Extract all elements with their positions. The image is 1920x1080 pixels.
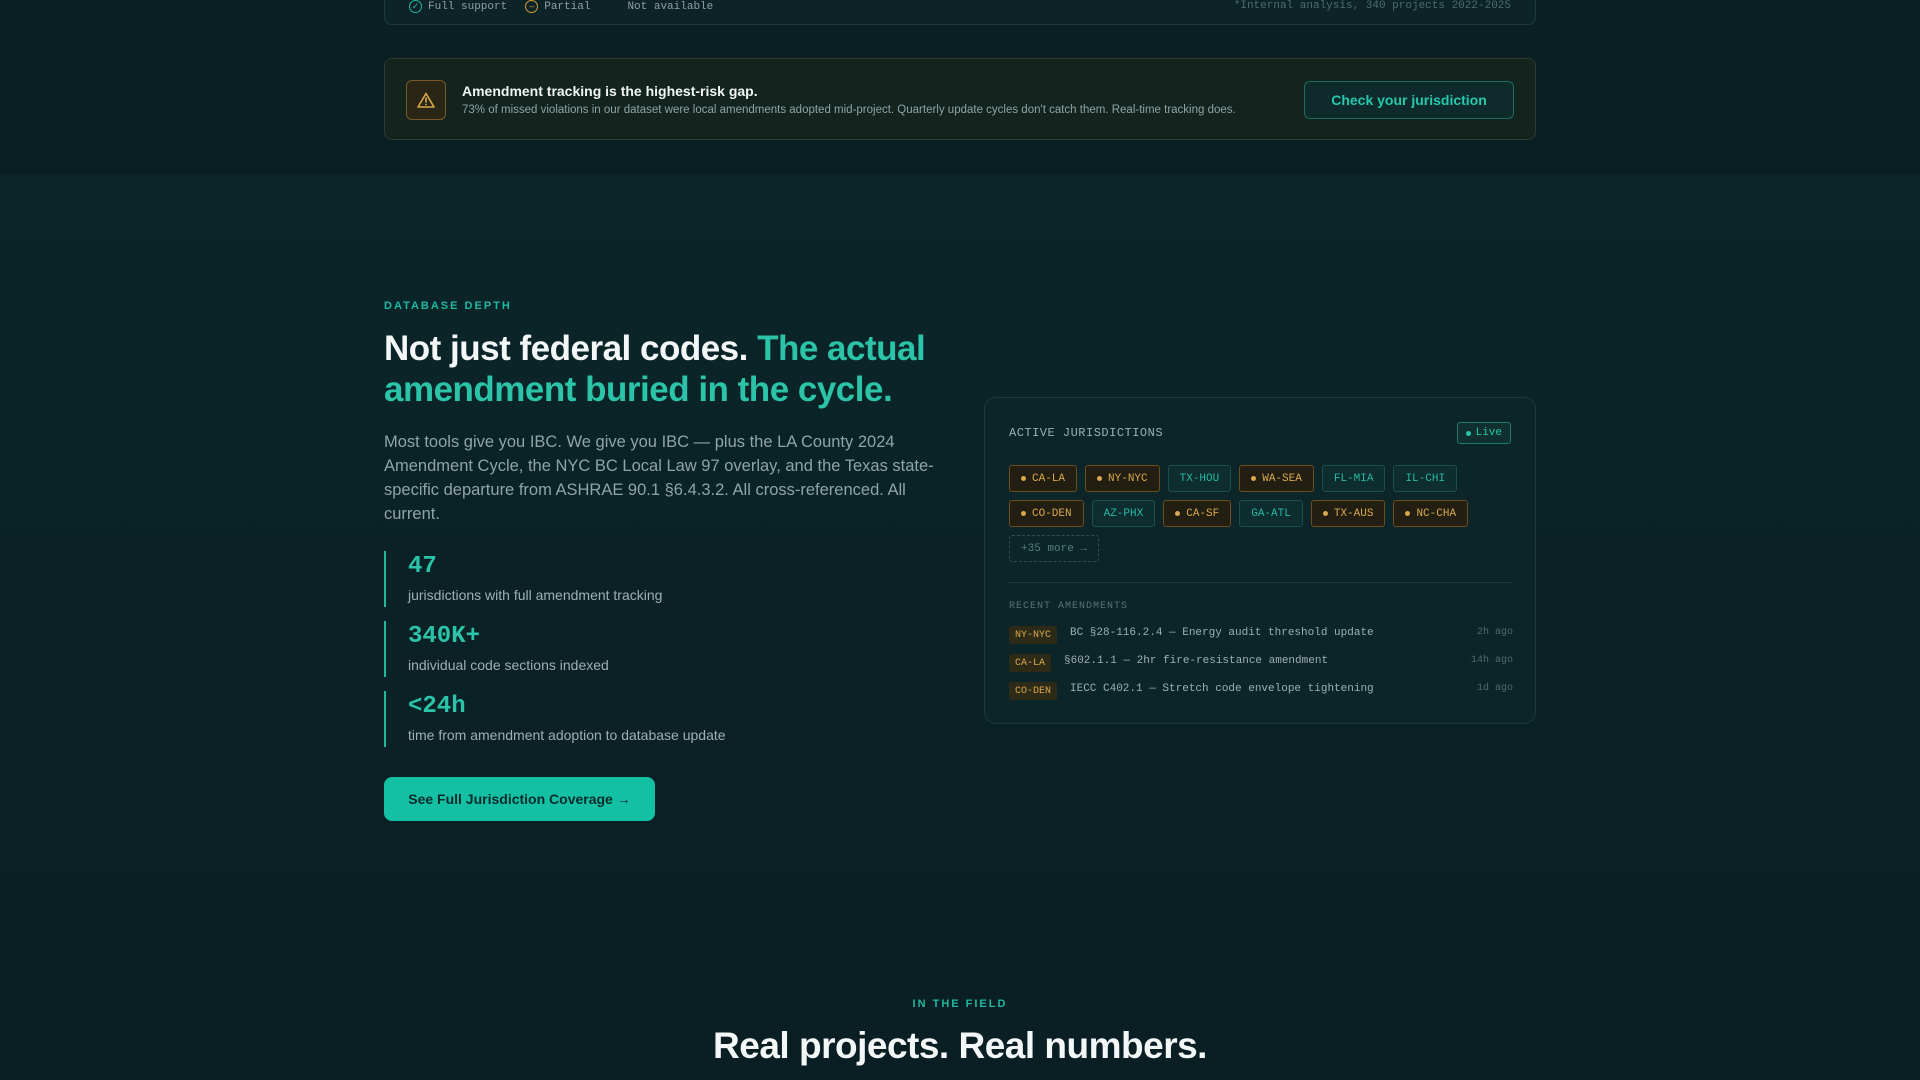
partial-dot-icon: [1097, 476, 1103, 481]
stat-value: <24h: [408, 693, 466, 720]
legend-label: Not available: [627, 0, 714, 13]
amendment-row[interactable]: CA-LA §602.1.1 — 2hr fire-resistance ame…: [1009, 654, 1513, 674]
warning-icon: [406, 80, 446, 120]
legend-footnote: *Internal analysis, 340 projects 2022-20…: [1233, 0, 1511, 12]
jurisdiction-chip-ga-atl[interactable]: GA-ATL: [1239, 500, 1303, 527]
jurisdiction-chip-ca-sf[interactable]: CA-SF: [1163, 500, 1232, 527]
chip-label: TX-AUS: [1333, 507, 1374, 520]
chip-label: CA-LA: [1032, 472, 1066, 485]
chip-label: FL-MIA: [1333, 472, 1374, 485]
partial-dot-icon: [1322, 511, 1328, 516]
chip-label: NY-NYC: [1108, 472, 1148, 485]
chip-label: TX-HOU: [1179, 472, 1220, 485]
jurisdiction-chip-il-chi[interactable]: IL-CHI: [1393, 465, 1458, 492]
chip-label: NC-CHA: [1416, 507, 1457, 520]
stat-label: time from amendment adoption to database…: [408, 727, 726, 743]
amendment-row[interactable]: NY-NYC BC §28-116.2.4 — Energy audit thr…: [1009, 626, 1513, 646]
amendment-time: 1d ago: [1476, 683, 1513, 694]
chip-label: CA-SF: [1186, 507, 1220, 520]
field-eyebrow: IN THE FIELD: [912, 998, 1008, 1010]
stat-update-time: <24h time from amendment adoption to dat…: [384, 691, 784, 747]
recent-amendments-title: RECENT AMENDMENTS: [1009, 601, 1129, 612]
jurisdiction-chip-ny-nyc[interactable]: NY-NYC: [1085, 465, 1160, 492]
legend-full-support: ✓ Full support: [409, 0, 507, 13]
amendment-row[interactable]: CO-DEN IECC C402.1 — Stretch code envelo…: [1009, 682, 1513, 702]
chip-label: IL-CHI: [1405, 472, 1446, 485]
jurisdiction-chips: CA-LA NY-NYC TX-HOU WA-SEA FL-MIA IL-CHI CO-DE…: [1009, 465, 1519, 562]
live-dot-icon: [1465, 430, 1471, 436]
section-headline: Not just federal codes. The actual amend…: [384, 328, 964, 410]
amendment-text: BC §28-116.2.4 — Energy audit threshold …: [1070, 627, 1374, 639]
active-jurisdictions-card: ACTIVE JURISDICTIONS Live CA-LA NY-NYC TX-…: [984, 397, 1536, 724]
amendment-tag: NY-NYC: [1009, 626, 1058, 644]
stat-jurisdictions: 47 jurisdictions with full amendment tra…: [384, 551, 784, 607]
partial-dot-icon: [1405, 511, 1411, 516]
card-title: ACTIVE JURISDICTIONS: [1009, 426, 1164, 440]
legend-label: Partial: [544, 0, 591, 13]
live-badge: Live: [1456, 422, 1511, 444]
chip-label: CO-DEN: [1032, 507, 1072, 520]
minus-circle-icon: –: [525, 0, 539, 13]
coverage-legend: ✓ Full support – Partial Not available *…: [384, 0, 1536, 25]
stat-label: jurisdictions with full amendment tracki…: [408, 587, 663, 603]
stat-code-sections: 340K+ individual code sections indexed: [384, 621, 784, 677]
chip-label: WA-SEA: [1262, 472, 1302, 485]
check-jurisdiction-button[interactable]: Check your jurisdiction: [1304, 81, 1514, 119]
check-circle-icon: ✓: [409, 0, 422, 13]
legend-not-available: Not available: [608, 0, 713, 13]
chip-label: GA-ATL: [1251, 507, 1291, 520]
amendment-time: 14h ago: [1470, 655, 1513, 666]
card-divider: [1009, 582, 1511, 583]
see-coverage-button[interactable]: See Full Jurisdiction Coverage →: [384, 777, 655, 821]
jurisdiction-chip-az-phx[interactable]: AZ-PHX: [1091, 500, 1156, 527]
jurisdiction-chip-nc-cha[interactable]: NC-CHA: [1393, 500, 1469, 527]
field-headline: Real projects. Real numbers.: [713, 1025, 1207, 1066]
empty-icon: [608, 0, 621, 13]
chip-label: AZ-PHX: [1103, 507, 1144, 520]
section-eyebrow: DATABASE DEPTH: [384, 300, 512, 312]
jurisdiction-chip-wa-sea[interactable]: WA-SEA: [1239, 465, 1314, 492]
alert-text: 73% of missed violations in our dataset …: [462, 104, 1236, 116]
jurisdiction-chip-tx-hou[interactable]: TX-HOU: [1167, 465, 1232, 492]
stat-value: 47: [408, 553, 437, 580]
jurisdiction-chip-ca-la[interactable]: CA-LA: [1009, 465, 1078, 492]
database-depth-section: [0, 175, 1920, 915]
partial-dot-icon: [1175, 511, 1181, 516]
amendment-text: §602.1.1 — 2hr fire-resistance amendment: [1064, 655, 1329, 667]
live-label: Live: [1475, 427, 1502, 439]
amendment-tag: CO-DEN: [1009, 682, 1058, 700]
amendment-text: IECC C402.1 — Stretch code envelope tigh…: [1070, 683, 1374, 695]
stat-value: 340K+: [408, 623, 481, 650]
jurisdiction-chip-fl-mia[interactable]: FL-MIA: [1321, 465, 1386, 492]
more-jurisdictions-chip[interactable]: +35 more →: [1009, 535, 1100, 562]
partial-dot-icon: [1251, 476, 1257, 481]
partial-dot-icon: [1021, 511, 1026, 516]
stat-label: individual code sections indexed: [408, 657, 609, 673]
amendment-time: 2h ago: [1476, 627, 1513, 638]
section-description: Most tools give you IBC. We give you IBC…: [384, 433, 934, 523]
jurisdiction-chip-co-den[interactable]: CO-DEN: [1009, 500, 1084, 527]
headline-plain: Not just federal codes.: [384, 329, 748, 368]
legend-label: Full support: [428, 0, 508, 13]
legend-partial: – Partial: [525, 0, 590, 13]
alert-title: Amendment tracking is the highest-risk g…: [462, 83, 758, 99]
amendment-tag: CA-LA: [1009, 654, 1052, 672]
amendment-risk-alert: Amendment tracking is the highest-risk g…: [384, 58, 1536, 140]
jurisdiction-chip-tx-aus[interactable]: TX-AUS: [1310, 500, 1386, 527]
partial-dot-icon: [1021, 476, 1026, 481]
